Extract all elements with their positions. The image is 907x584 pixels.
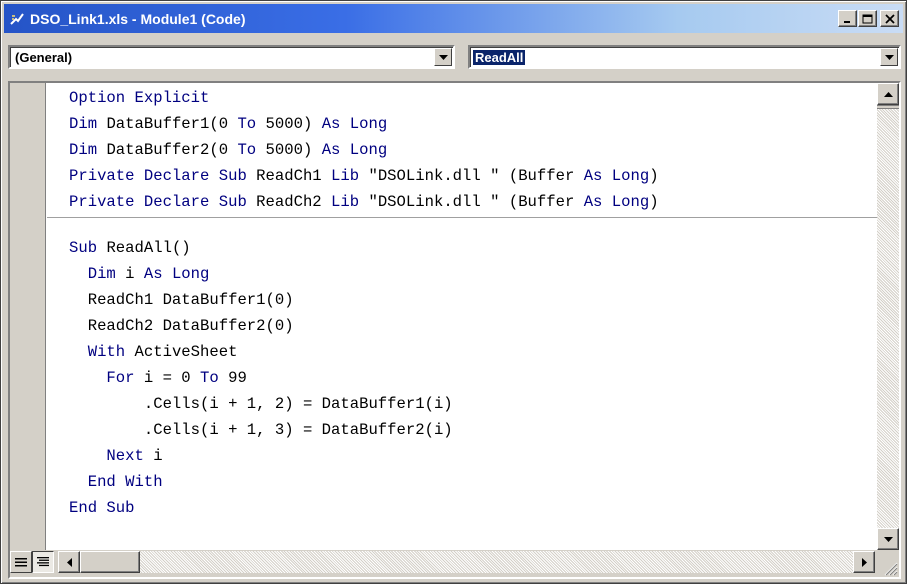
code-line[interactable]: Dim DataBuffer2(0 To 5000) As Long [69, 137, 387, 163]
maximize-icon [862, 14, 873, 23]
code-text: i [125, 265, 144, 283]
code-line[interactable]: ReadCh2 DataBuffer2(0) [69, 313, 294, 339]
code-text: DataBuffer1(0 [106, 115, 238, 133]
code-keyword: To [200, 369, 219, 387]
code-line[interactable]: Dim DataBuffer1(0 To 5000) As Long [69, 111, 387, 137]
horizontal-scrollbar[interactable] [58, 551, 875, 573]
code-line[interactable]: Next i [69, 443, 163, 469]
procedure-view-button[interactable] [10, 551, 32, 573]
code-text: 5000) [256, 141, 322, 159]
code-text: 5000) [256, 115, 322, 133]
object-combo-value: (General) [15, 50, 73, 65]
code-keyword: As Long [321, 141, 388, 159]
code-line[interactable]: Dim i As Long [69, 261, 210, 287]
scroll-right-button[interactable] [853, 551, 875, 573]
procedure-view-icon [15, 558, 27, 567]
arrow-up-icon [883, 91, 893, 97]
code-keyword: To [237, 141, 257, 159]
code-keyword: End Sub [69, 499, 135, 517]
vba-module-icon[interactable] [8, 10, 26, 28]
full-module-view-icon [37, 557, 49, 567]
code-keyword: As Long [143, 265, 210, 283]
code-text: "DSOLink.dll " (Buffer [359, 193, 584, 211]
code-keyword: As Long [583, 193, 650, 211]
code-text: ReadCh2 [256, 193, 332, 211]
code-text: ReadCh2 DataBuffer2(0) [69, 317, 294, 335]
code-line[interactable]: .Cells(i + 1, 2) = DataBuffer1(i) [69, 391, 453, 417]
code-keyword: End With [69, 473, 163, 491]
code-keyword: For [69, 369, 144, 387]
chevron-down-icon[interactable] [434, 48, 452, 66]
code-line[interactable]: End With [69, 469, 163, 495]
code-keyword: Lib [331, 193, 360, 211]
code-keyword: Option Explicit [69, 89, 210, 107]
code-text: 99 [218, 369, 247, 387]
code-line[interactable]: Private Declare Sub ReadCh1 Lib "DSOLink… [69, 163, 659, 189]
chevron-down-icon[interactable] [880, 48, 898, 66]
code-keyword: Dim [69, 141, 107, 159]
code-text: ReadAll() [106, 239, 191, 257]
code-keyword: Lib [331, 167, 360, 185]
procedure-separator [47, 217, 879, 218]
bottom-bar [10, 550, 899, 577]
scroll-down-button[interactable] [877, 528, 899, 550]
minimize-button[interactable] [838, 10, 857, 27]
code-line[interactable]: With ActiveSheet [69, 339, 238, 365]
arrow-right-icon [861, 557, 867, 567]
code-text: ) [649, 193, 659, 211]
code-keyword: Dim [69, 115, 107, 133]
code-text: ReadCh1 [256, 167, 332, 185]
code-keyword: As Long [321, 115, 388, 133]
close-icon [884, 13, 895, 24]
code-line[interactable]: End Sub [69, 495, 135, 521]
minimize-icon [843, 20, 850, 23]
vertical-scrollbar[interactable] [877, 83, 899, 550]
code-line[interactable]: Sub ReadAll() [69, 235, 191, 261]
code-keyword: Next [69, 447, 154, 465]
horizontal-scroll-thumb[interactable] [80, 551, 140, 573]
code-keyword: To [237, 115, 257, 133]
code-text: .Cells(i + 1, 2) = DataBuffer1(i) [69, 395, 453, 413]
code-line[interactable]: .Cells(i + 1, 3) = DataBuffer2(i) [69, 417, 453, 443]
code-window: DSO_Link1.xls - Module1 (Code) (General)… [0, 0, 907, 584]
scroll-left-button[interactable] [58, 551, 80, 573]
code-editor-frame: Option Explicit Dim DataBuffer1(0 To 5000… [8, 81, 901, 579]
code-text: ActiveSheet [134, 343, 238, 361]
code-keyword: Dim [69, 265, 126, 283]
code-text: i = 0 [143, 369, 201, 387]
close-button[interactable] [880, 10, 899, 27]
code-text: "DSOLink.dll " (Buffer [359, 167, 584, 185]
vertical-scroll-thumb[interactable] [877, 105, 899, 109]
code-editor[interactable]: Option Explicit Dim DataBuffer1(0 To 5000… [47, 83, 879, 550]
code-keyword: Private Declare Sub [69, 193, 257, 211]
margin-indicator-bar[interactable] [10, 83, 46, 550]
code-keyword: With [69, 343, 135, 361]
full-module-view-button[interactable] [32, 551, 54, 573]
procedure-combo-value: ReadAll [473, 50, 526, 65]
object-combo[interactable]: (General) [8, 45, 455, 69]
code-text: ) [649, 167, 659, 185]
code-text: .Cells(i + 1, 3) = DataBuffer2(i) [69, 421, 453, 439]
procedure-combo[interactable]: ReadAll [468, 45, 901, 69]
code-keyword: Private Declare Sub [69, 167, 257, 185]
code-line[interactable]: For i = 0 To 99 [69, 365, 247, 391]
code-line[interactable]: ReadCh1 DataBuffer1(0) [69, 287, 294, 313]
arrow-left-icon [66, 557, 72, 567]
code-text: i [153, 447, 163, 465]
code-text: ReadCh1 DataBuffer1(0) [69, 291, 294, 309]
title-bar[interactable]: DSO_Link1.xls - Module1 (Code) [4, 4, 903, 33]
maximize-button[interactable] [858, 10, 877, 27]
arrow-down-icon [883, 536, 893, 542]
vertical-scroll-track[interactable] [877, 83, 899, 550]
scroll-up-button[interactable] [877, 83, 899, 105]
combo-bar: (General) ReadAll [1, 35, 906, 75]
code-keyword: As Long [583, 167, 650, 185]
code-line[interactable]: Private Declare Sub ReadCh2 Lib "DSOLink… [69, 189, 659, 215]
code-text: DataBuffer2(0 [106, 141, 238, 159]
code-line[interactable]: Option Explicit [69, 85, 209, 111]
window-title: DSO_Link1.xls - Module1 (Code) [30, 10, 246, 27]
size-grip-icon[interactable] [879, 557, 899, 577]
code-keyword: Sub [69, 239, 107, 257]
